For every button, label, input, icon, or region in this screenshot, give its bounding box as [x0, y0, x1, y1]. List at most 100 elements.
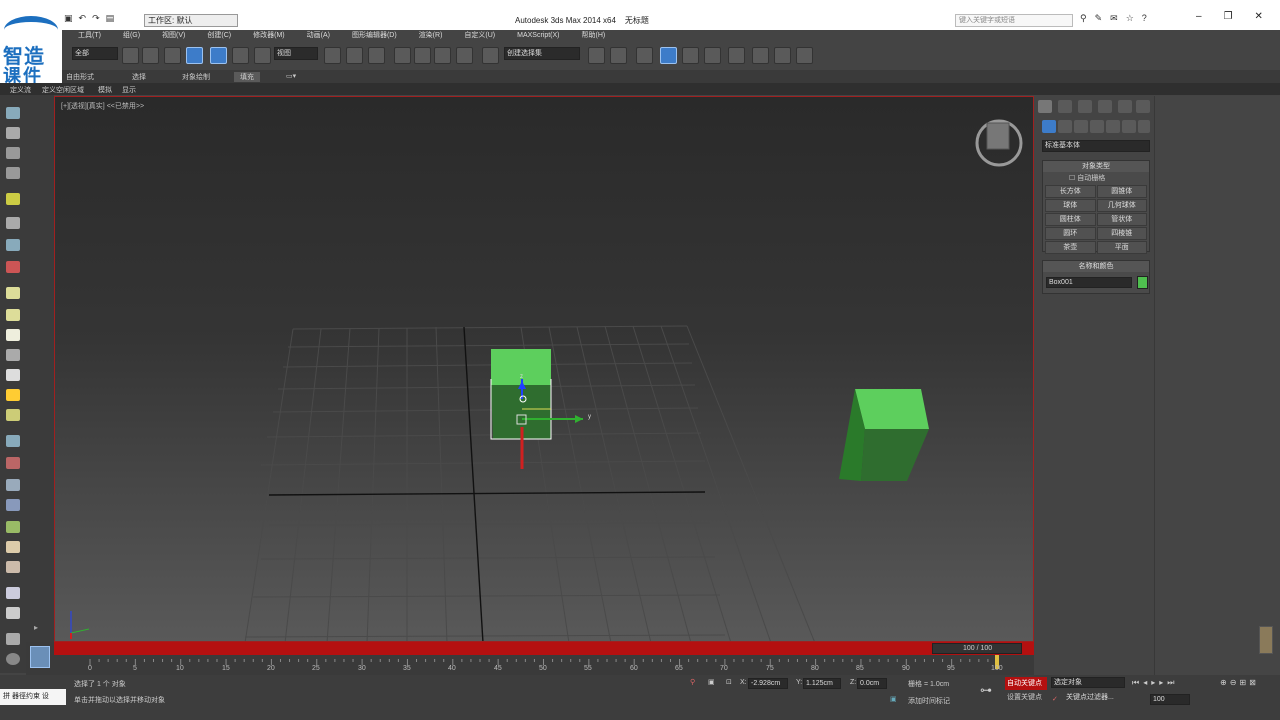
current-frame-field[interactable]: 100	[1150, 694, 1190, 705]
lock-icon[interactable]: ▣	[708, 678, 715, 686]
render-setup-icon[interactable]	[752, 47, 769, 64]
display-button[interactable]: 显示	[122, 85, 136, 95]
systems-icon[interactable]	[1138, 120, 1150, 133]
playback-controls[interactable]: ⏮◂▸▸⏭	[1132, 678, 1178, 688]
edit-named-selection-icon[interactable]	[482, 47, 499, 64]
add-time-tag[interactable]: 添加时间标记	[908, 696, 950, 706]
shapes-icon[interactable]	[1058, 120, 1072, 133]
graphite-toggle-icon[interactable]	[660, 47, 677, 64]
tool-icon-5[interactable]	[6, 193, 20, 205]
thumbnail-icon[interactable]	[1259, 626, 1273, 654]
reference-coordinate-dropdown[interactable]: 视图	[274, 47, 318, 60]
percent-snap-icon[interactable]	[434, 47, 451, 64]
align-icon[interactable]	[610, 47, 627, 64]
menu-help[interactable]: 帮助(H)	[582, 30, 606, 42]
cameras-icon[interactable]	[1090, 120, 1104, 133]
menu-customize[interactable]: 自定义(U)	[464, 30, 495, 42]
viewport-label[interactable]: [+][透视][真实] <<已禁用>>	[61, 101, 144, 111]
viewcube-icon[interactable]	[975, 119, 1023, 167]
cylinder-button[interactable]: 圆柱体	[1045, 213, 1096, 226]
expand-arrow-icon[interactable]: ▸	[34, 623, 38, 632]
geometry-icon[interactable]	[1042, 120, 1056, 133]
key-filter-icon[interactable]: ✓	[1052, 695, 1058, 703]
object-color-swatch[interactable]	[1137, 276, 1148, 289]
manipulate-icon[interactable]	[346, 47, 363, 64]
tool-icon-6[interactable]	[6, 217, 20, 229]
torus-button[interactable]: 圆环	[1045, 227, 1096, 240]
selection-filter-dropdown[interactable]: 全部	[72, 47, 118, 60]
keyboard-shortcut-icon[interactable]	[368, 47, 385, 64]
search-input[interactable]: 键入关键字或短语	[955, 14, 1073, 27]
sphere-icon[interactable]	[6, 587, 20, 599]
workspace-dropdown[interactable]: 工作区: 默认	[144, 14, 238, 27]
ribbon-tab-selection[interactable]: 选择	[132, 72, 146, 82]
select-by-name-icon[interactable]	[142, 47, 159, 64]
modify-tab-icon[interactable]	[1058, 100, 1072, 113]
menu-group[interactable]: 组(G)	[123, 30, 140, 42]
ribbon-options-icon[interactable]: ▭▾	[286, 72, 296, 80]
box-button[interactable]: 长方体	[1045, 185, 1096, 198]
tool-icon-7[interactable]	[6, 239, 20, 251]
tool-icon-1[interactable]	[6, 107, 20, 119]
x-coordinate-field[interactable]: -2.928cm	[748, 678, 788, 689]
tool-icon-20[interactable]	[6, 521, 20, 533]
schematic-view-icon[interactable]	[704, 47, 721, 64]
object-name-field[interactable]: Box001	[1046, 277, 1132, 288]
track-bar[interactable]: 0 5 10 15 20 25 30 35 40 45 50 55 60 65 …	[54, 655, 1034, 675]
tool-icon-21[interactable]	[6, 541, 20, 553]
tube-button[interactable]: 管状体	[1096, 213, 1147, 226]
ribbon-tab-object-paint[interactable]: 对象绘制	[182, 72, 210, 82]
snaps-toggle-icon[interactable]	[394, 47, 411, 64]
time-tag-icon[interactable]: ▣	[890, 695, 897, 703]
tools-icon[interactable]: ✎	[1095, 13, 1103, 24]
cone-button[interactable]: 圆锥体	[1096, 185, 1147, 198]
select-scale-icon[interactable]	[254, 47, 271, 64]
teapot-button[interactable]: 茶壶	[1045, 241, 1096, 254]
auto-key-button[interactable]: 自动关键点	[1005, 677, 1047, 690]
render-production-icon[interactable]	[796, 47, 813, 64]
spacewarps-icon[interactable]	[1122, 120, 1136, 133]
ribbon-tab-populate[interactable]: 填充	[234, 72, 260, 82]
tool-icon-4[interactable]	[6, 167, 20, 179]
menu-rendering[interactable]: 渲染(R)	[419, 30, 443, 42]
save-icon[interactable]: ▣	[64, 13, 73, 24]
binoculars-icon[interactable]: ⚲	[1080, 13, 1087, 24]
menu-views[interactable]: 视图(V)	[162, 30, 185, 42]
tool-icon-11[interactable]	[6, 329, 20, 341]
angle-snap-icon[interactable]	[414, 47, 431, 64]
select-move-icon[interactable]	[210, 47, 227, 64]
sun-icon[interactable]	[6, 389, 20, 401]
geosphere-button[interactable]: 几何球体	[1096, 199, 1147, 212]
box-second[interactable]	[839, 389, 929, 481]
tool-icon-25[interactable]	[6, 633, 20, 645]
sphere-button[interactable]: 球体	[1045, 199, 1096, 212]
select-object-icon[interactable]	[122, 47, 139, 64]
material-editor-icon[interactable]	[728, 47, 745, 64]
tool-icon-8[interactable]	[6, 261, 20, 273]
define-idle-areas-button[interactable]: 定义空闲区域	[42, 85, 84, 95]
menu-modifiers[interactable]: 修改器(M)	[253, 30, 285, 42]
time-slider-bar[interactable]: 100 / 100	[54, 642, 1034, 655]
close-button[interactable]: ✕	[1255, 11, 1263, 22]
redo-icon[interactable]: ↷	[92, 13, 100, 24]
subscription-icon[interactable]: ✉	[1110, 13, 1118, 24]
tool-icon-16[interactable]	[6, 435, 20, 447]
tool-icon-19[interactable]	[6, 499, 20, 511]
lights-icon[interactable]	[1074, 120, 1088, 133]
layer-manager-icon[interactable]	[636, 47, 653, 64]
pyramid-button[interactable]: 四棱锥	[1096, 227, 1147, 240]
viewport-nav-controls[interactable]: ⊕⊖⊞⊠	[1220, 678, 1259, 687]
motion-tab-icon[interactable]	[1098, 100, 1112, 113]
tool-icon-9[interactable]	[6, 287, 20, 299]
tool-icon-12[interactable]	[6, 349, 20, 361]
tool-icon-24[interactable]	[6, 607, 20, 619]
tool-icon-13[interactable]	[6, 369, 20, 381]
z-coordinate-field[interactable]: 0.0cm	[857, 678, 887, 689]
ribbon-tab-freeform[interactable]: 自由形式	[66, 72, 94, 82]
set-key-button[interactable]: 设置关键点	[1005, 692, 1047, 704]
autogrid-checkbox[interactable]: ☐	[1069, 175, 1075, 182]
time-slider[interactable]: 100 / 100	[932, 643, 1022, 654]
menu-maxscript[interactable]: MAXScript(X)	[517, 30, 559, 42]
key-mode-dropdown[interactable]: 选定对象	[1051, 677, 1125, 688]
utilities-tab-icon[interactable]	[1136, 100, 1150, 113]
